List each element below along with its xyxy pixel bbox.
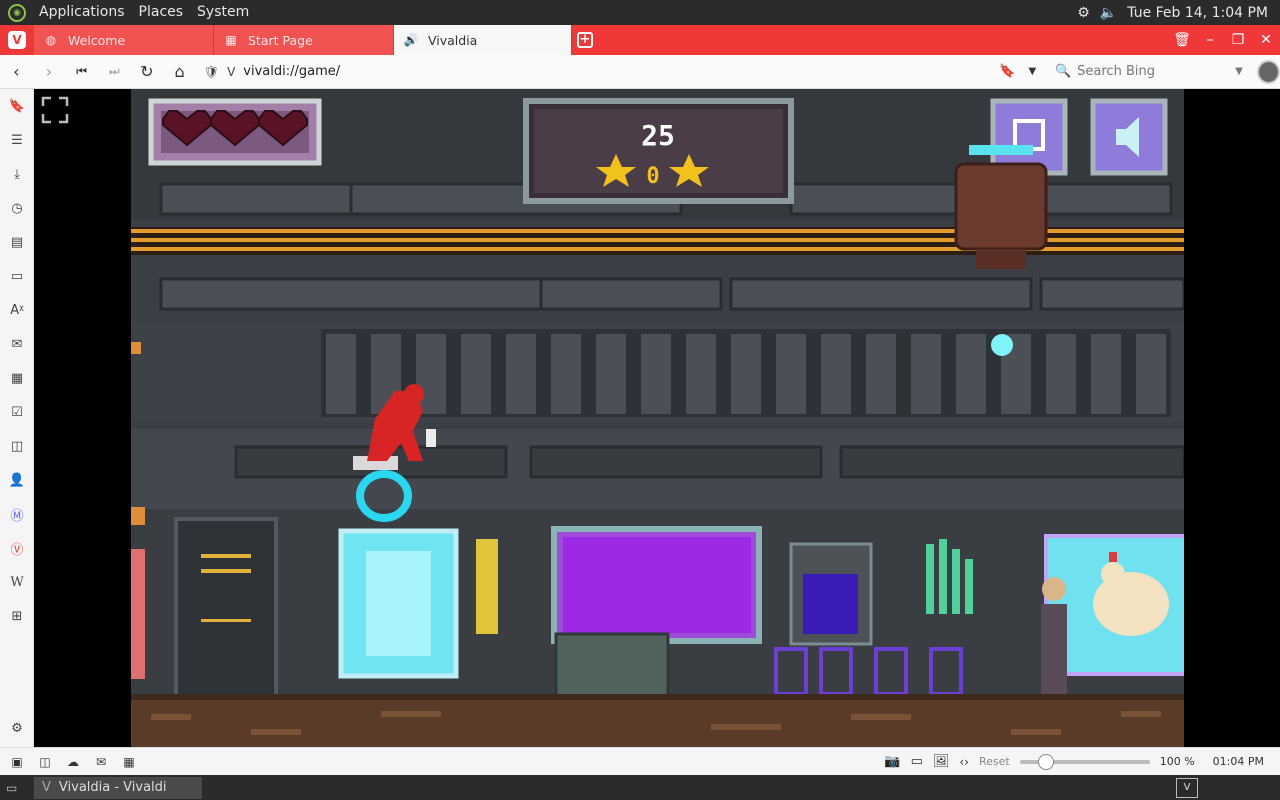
- side-panel: 🔖 ☰ ⤓ ◷ ▤ ▭ Aᵡ ✉ ▦ ☑ ◫ 👤 Ⓜ Ⓥ W ⊞ ⚙: [0, 89, 34, 747]
- hanging-drone: [954, 145, 1048, 269]
- reload-button[interactable]: ↻: [131, 55, 164, 89]
- fast-forward-button[interactable]: ⏭: [98, 55, 131, 89]
- tab-label: Start Page: [248, 32, 313, 48]
- vivaldi-menu-button[interactable]: V: [0, 25, 34, 55]
- shield-icon[interactable]: 🛡: [204, 65, 219, 79]
- minimize-button[interactable]: –: [1196, 32, 1224, 48]
- forward-button[interactable]: ›: [33, 55, 66, 89]
- bookmark-icon[interactable]: 🔖: [991, 55, 1024, 89]
- status-clock: 01:04 PM: [1212, 755, 1264, 768]
- search-engine-dropdown-icon[interactable]: ▼: [1235, 66, 1243, 77]
- rewind-button[interactable]: ⏮: [65, 55, 98, 89]
- mail-icon[interactable]: ✉: [0, 327, 34, 361]
- close-button[interactable]: ✕: [1252, 32, 1280, 48]
- status-bar: ▣ ◫ ☁ ✉ ▦ 📷 ▭ 🖼 ‹› Reset 100 % 01:04 PM: [0, 747, 1280, 775]
- profile-avatar[interactable]: [1256, 59, 1280, 84]
- speaker-icon[interactable]: 🔊: [404, 33, 419, 47]
- zoom-slider-knob[interactable]: [1037, 753, 1054, 770]
- page-content: 25 0: [34, 89, 1280, 747]
- vivaldi-workspace-icon: V: [1183, 782, 1191, 793]
- tab-tiling-icon[interactable]: ◫: [34, 751, 56, 773]
- address-bar: ‹ › ⏮ ⏭ ↻ ⌂ 🛡 V vivaldi://game/ 🔖 ▼ 🔍 Se…: [0, 55, 1280, 89]
- notes-icon[interactable]: ▤: [0, 225, 34, 259]
- code-icon[interactable]: ‹›: [959, 755, 969, 769]
- taskbar-window-label: Vivaldia - Vivaldi: [58, 780, 167, 795]
- image-icon[interactable]: 🖼: [933, 754, 950, 769]
- trash-icon[interactable]: 🗑: [1168, 32, 1196, 48]
- zoom-reset-button[interactable]: Reset: [979, 755, 1010, 768]
- clock[interactable]: Tue Feb 14, 1:04 PM: [1127, 5, 1268, 21]
- zoom-slider[interactable]: [1019, 753, 1150, 770]
- settings-icon[interactable]: ⚙: [0, 711, 34, 745]
- stars-value: 0: [646, 164, 659, 189]
- calendar-status-icon[interactable]: ▦: [118, 751, 140, 773]
- tab-bar: V ◍ Welcome ▦ Start Page 🔊 Vivaldia + 🗑 …: [0, 25, 1280, 55]
- workspace-switcher[interactable]: V: [1176, 777, 1198, 798]
- game-canvas[interactable]: 25 0: [131, 89, 1184, 747]
- maximize-button[interactable]: ❐: [1224, 32, 1252, 48]
- score-hud: 25 0: [523, 98, 794, 204]
- search-field[interactable]: 🔍 Search Bing ▼: [1049, 59, 1251, 85]
- tab-start-page[interactable]: ▦ Start Page: [214, 25, 394, 55]
- translate-icon[interactable]: Aᵡ: [0, 293, 34, 327]
- system-top-panel: ◉ Applications Places System ⚙ 🔈 Tue Feb…: [0, 0, 1280, 25]
- tab-vivaldia[interactable]: 🔊 Vivaldia: [394, 25, 572, 55]
- taskbar-window-vivaldi[interactable]: V Vivaldia - Vivaldi: [34, 776, 202, 799]
- window-icon[interactable]: ▭: [911, 754, 923, 769]
- vivaldi-page-icon: V: [227, 64, 236, 79]
- home-button[interactable]: ⌂: [163, 55, 196, 89]
- grid-icon: ▦: [225, 33, 237, 47]
- vivaldi-app-icon: V: [42, 780, 51, 795]
- calendar-icon[interactable]: ▦: [0, 361, 34, 395]
- game-sound-button[interactable]: [1090, 98, 1168, 176]
- search-icon: 🔍: [1054, 64, 1072, 79]
- tab-label: Welcome: [68, 32, 126, 48]
- vivaldi-panel-icon[interactable]: Ⓥ: [0, 531, 34, 565]
- contacts-icon[interactable]: 👤: [0, 463, 34, 497]
- update-notifier-icon[interactable]: ⚙: [1077, 5, 1090, 21]
- vivaldi-logo-icon: V: [8, 31, 26, 49]
- menu-system[interactable]: System: [190, 0, 256, 25]
- bottom-taskbar: ▭ V Vivaldia - Vivaldi V: [0, 775, 1280, 800]
- globe-icon: ◍: [45, 33, 57, 47]
- score-value: 25: [641, 119, 675, 152]
- feeds-icon[interactable]: ◫: [0, 429, 34, 463]
- back-button[interactable]: ‹: [0, 55, 33, 89]
- hearts-hud: [148, 98, 322, 166]
- panel-toggle-icon[interactable]: ▣: [6, 751, 28, 773]
- capture-icon[interactable]: 📷: [884, 754, 900, 769]
- tab-label: Vivaldia: [428, 32, 478, 48]
- menu-places[interactable]: Places: [132, 0, 191, 25]
- mastodon-icon[interactable]: Ⓜ: [0, 497, 34, 531]
- url-field[interactable]: 🛡 V vivaldi://game/: [204, 59, 991, 85]
- bookmark-dropdown-icon[interactable]: ▼: [1024, 55, 1041, 89]
- tab-welcome[interactable]: ◍ Welcome: [34, 25, 214, 55]
- show-desktop-icon[interactable]: ▭: [6, 781, 17, 795]
- distro-logo-icon[interactable]: ◉: [8, 3, 26, 22]
- reading-list-icon[interactable]: ☰: [0, 123, 34, 157]
- mail-status-icon[interactable]: ✉: [90, 751, 112, 773]
- new-tab-button[interactable]: +: [572, 25, 598, 55]
- wikipedia-icon[interactable]: W: [0, 565, 34, 599]
- search-placeholder: Search Bing: [1077, 64, 1155, 79]
- volume-icon[interactable]: 🔈: [1100, 5, 1117, 21]
- sync-cloud-icon[interactable]: ☁: [62, 751, 84, 773]
- menu-applications[interactable]: Applications: [32, 0, 132, 25]
- game-fullscreen-button[interactable]: [990, 98, 1068, 176]
- url-text[interactable]: vivaldi://game/: [243, 64, 340, 79]
- downloads-icon[interactable]: ⤓: [0, 157, 34, 191]
- zoom-level: 100 %: [1159, 755, 1195, 768]
- bookmarks-panel-icon[interactable]: 🔖: [0, 89, 34, 123]
- fullscreen-icon[interactable]: [40, 95, 70, 125]
- energy-orb: [991, 334, 1013, 356]
- add-panel-icon[interactable]: ⊞: [0, 599, 34, 633]
- plus-icon: +: [577, 32, 593, 48]
- window-panel-icon[interactable]: ▭: [0, 259, 34, 293]
- tasks-icon[interactable]: ☑: [0, 395, 34, 429]
- history-icon[interactable]: ◷: [0, 191, 34, 225]
